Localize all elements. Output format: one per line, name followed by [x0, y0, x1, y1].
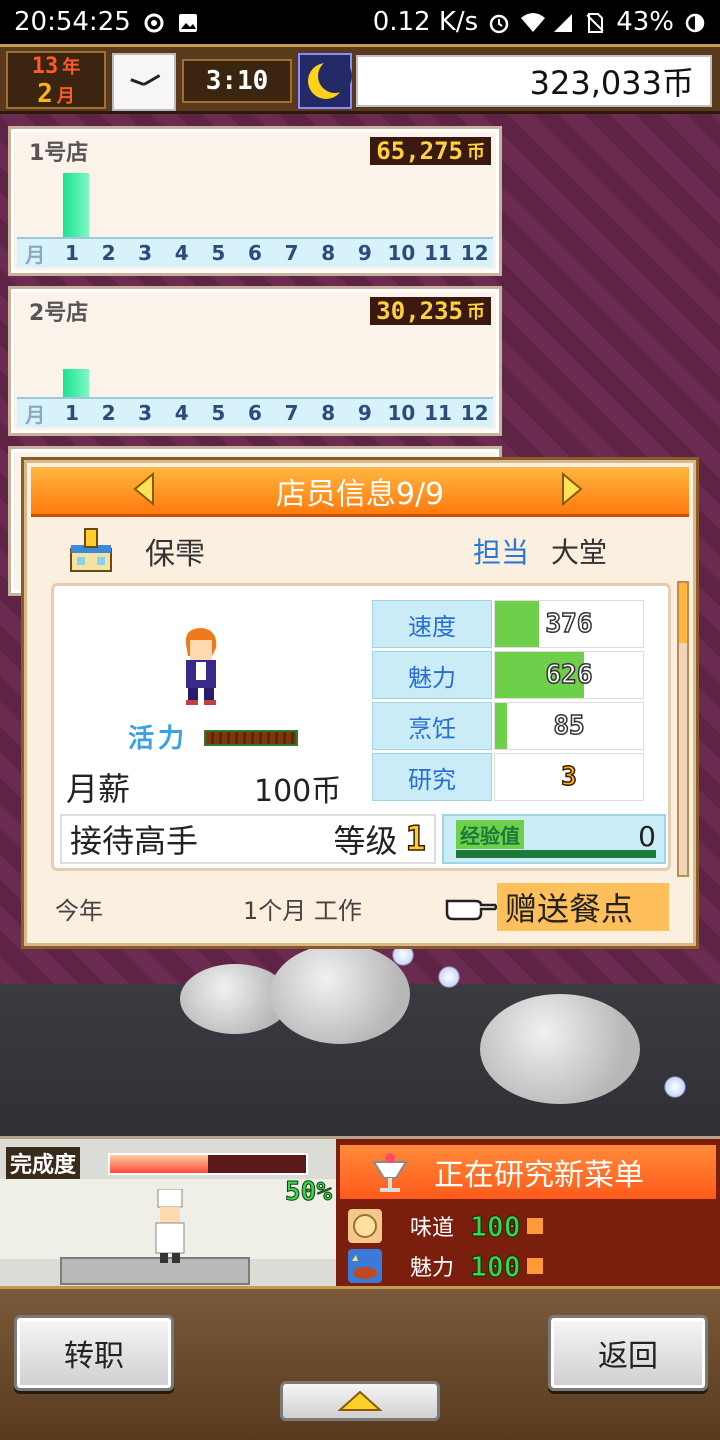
no-sim-icon [584, 11, 606, 33]
expand-up-button[interactable] [280, 1381, 440, 1421]
street-lamp [392, 944, 414, 966]
attr-indicator [526, 1258, 543, 1274]
dessert-icon [372, 1153, 408, 1192]
gift-meal-button[interactable]: 赠送餐点 [445, 883, 669, 931]
dialog-footer: 今年 1个月 工作 赠送餐点 [55, 883, 675, 933]
arrow-right-icon [562, 471, 583, 507]
bottom-nav: 转职 返回 [0, 1286, 720, 1440]
store-panel-2[interactable]: 2号店 30,235 币 月 1 2 3 4 5 6 7 8 9 10 11 12 [8, 286, 502, 436]
exp-label: 经验值 [456, 820, 524, 849]
back-button[interactable]: 返回 [548, 1315, 708, 1391]
exp-bar [456, 850, 656, 858]
progress-bar [108, 1153, 308, 1175]
game-screen: 20:54:25 0.12 K/s 43% 13 年 2 月 3:10 323,… [0, 0, 720, 1440]
progress-label: 完成度 [6, 1147, 81, 1179]
skill-name: 接待高手 [70, 822, 199, 860]
image-icon [177, 11, 199, 33]
pointing-hand-icon [445, 899, 497, 921]
battery-percent: 43% [616, 7, 674, 37]
wifi-icon [520, 11, 546, 33]
moon-icon [298, 53, 352, 109]
vitality-bar [204, 730, 298, 746]
experience-box: 经验值 0 [442, 814, 666, 864]
attr-row-charm: 魅力 100 [348, 1247, 708, 1285]
chart-bar-month-1 [63, 173, 89, 241]
top-hud: 13 年 2 月 3:10 323,033币 [0, 44, 720, 114]
dialog-title: 店员信息9/9 [31, 467, 689, 517]
battery-icon [684, 11, 706, 33]
vitality-label: 活力 [128, 724, 189, 754]
month-axis: 月 1 2 3 4 5 6 7 8 9 10 11 12 [17, 397, 493, 427]
stat-row-charm: 魅力 626 [372, 651, 644, 699]
month-axis: 月 1 2 3 4 5 6 7 8 9 10 11 12 [17, 237, 493, 267]
game-time: 3:10 [182, 59, 292, 103]
taste-icon [348, 1209, 382, 1243]
skill-level-label: 等级 [333, 822, 398, 860]
staff-sprite [185, 628, 217, 705]
signal-icon [552, 11, 574, 33]
stat-row-research: 研究 3 [372, 753, 644, 801]
salary-value: 100币 [254, 774, 342, 809]
year-number: 13 [31, 54, 59, 79]
research-title: 正在研究新菜单 [340, 1145, 716, 1199]
snow-tree [480, 994, 640, 1104]
next-staff-button[interactable] [557, 471, 585, 507]
role-label: 担当 [472, 536, 529, 569]
transfer-job-button[interactable]: 转职 [14, 1315, 174, 1391]
store-rank-icon [70, 528, 112, 572]
progress-percent: 50% [285, 1177, 333, 1208]
year-unit: 年 [62, 57, 81, 78]
new-menu-research-panel[interactable]: 正在研究新菜单 味道 100 魅力 100 [336, 1136, 720, 1286]
store-panel-1[interactable]: 1号店 65,275 币 月 1 2 3 4 5 6 7 8 9 10 11 12 [8, 126, 502, 276]
stat-row-speed: 速度 376 [372, 600, 644, 648]
scrollbar[interactable] [677, 581, 689, 877]
attr-row-taste: 味道 100 [348, 1207, 708, 1245]
skill-level: 1 [405, 818, 427, 860]
chef-sprite [155, 1189, 185, 1263]
month-number: 2 [37, 79, 53, 109]
chevron-up-icon [338, 1390, 382, 1411]
swirl-icon [143, 11, 165, 33]
status-bar: 20:54:25 0.12 K/s 43% [0, 0, 720, 44]
staff-detail-panel: 活力 月薪 100币 速度 376 魅力 626 烹饪 85 研究 3 接待高手… [51, 583, 671, 871]
role-value: 大堂 [550, 536, 607, 569]
store-name: 1号店 [29, 141, 89, 166]
store-earnings: 65,275 币 [370, 137, 491, 165]
street-lamp [438, 966, 460, 988]
prev-staff-button[interactable] [131, 471, 159, 507]
work-duration: 1个月 工作 [243, 896, 362, 925]
snow-tree [270, 944, 410, 1044]
status-time: 20:54:25 [14, 7, 131, 37]
alarm-icon [488, 11, 510, 34]
store-earnings: 30,235 币 [370, 297, 491, 325]
arrow-left-icon [133, 471, 154, 507]
charm-icon [348, 1249, 382, 1283]
skill-row: 接待高手 等级 1 [60, 814, 436, 864]
store-name: 2号店 [29, 301, 89, 326]
stat-row-cooking: 烹饪 85 [372, 702, 644, 750]
clock-icon [112, 53, 176, 111]
total-money: 323,033币 [356, 55, 712, 107]
attr-indicator [526, 1218, 543, 1234]
year-label: 今年 [55, 896, 103, 925]
network-speed: 0.12 K/s [372, 7, 479, 37]
salary-label: 月薪 [66, 770, 131, 808]
stats-table: 速度 376 魅力 626 烹饪 85 研究 3 [372, 600, 644, 804]
exp-value: 0 [638, 820, 656, 853]
street-lamp [664, 1076, 686, 1098]
month-unit: 月 [56, 86, 75, 107]
staff-name: 保雫 [145, 537, 205, 572]
staff-header: 保雫 担当 大堂 [67, 521, 667, 581]
staff-info-dialog: 店员信息9/9 保雫 担当 大堂 活力 月薪 100币 速度 376 魅力 62… [24, 460, 696, 946]
date-display: 13 年 2 月 [6, 51, 106, 109]
research-progress-panel[interactable]: 完成度 50% [0, 1136, 336, 1286]
